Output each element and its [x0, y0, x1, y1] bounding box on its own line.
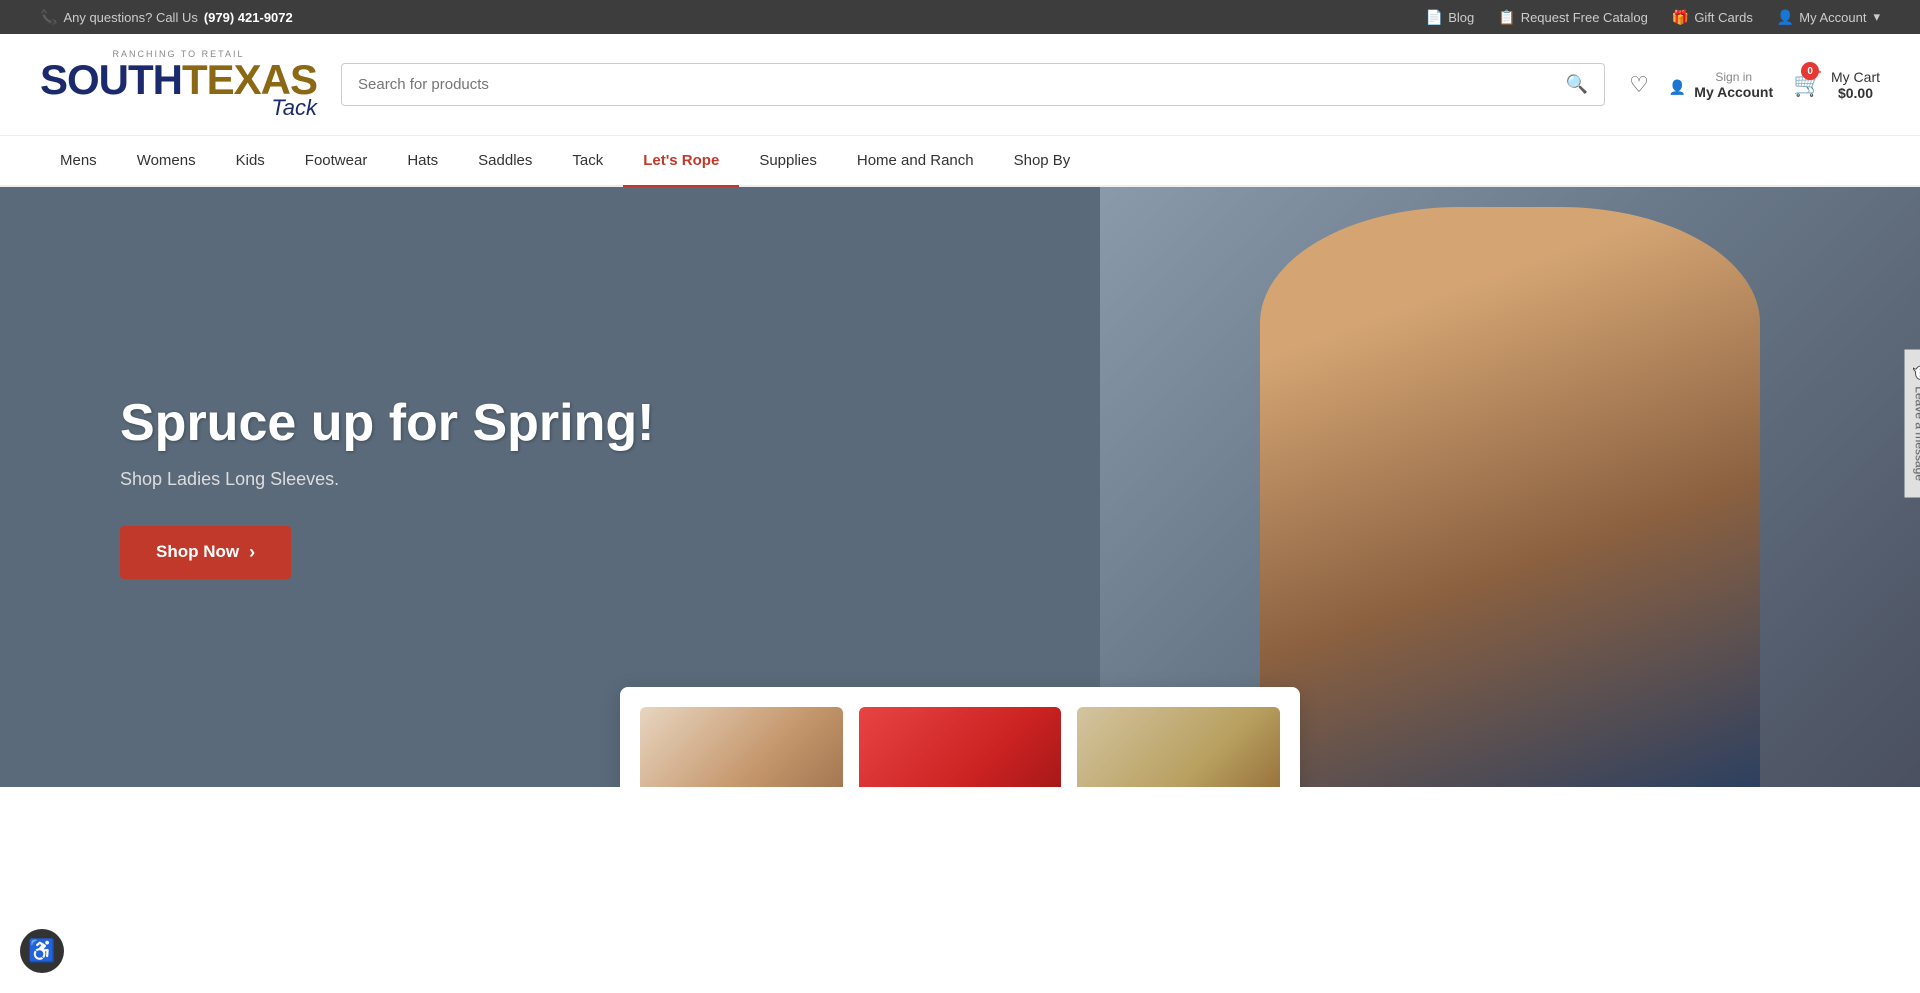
- hero-title: Spruce up for Spring!: [120, 395, 654, 452]
- search-input[interactable]: [358, 76, 1566, 93]
- nav-item-kids[interactable]: Kids: [216, 136, 285, 187]
- product-thumb-3[interactable]: [1077, 707, 1280, 787]
- hero-content: Spruce up for Spring! Shop Ladies Long S…: [0, 395, 774, 578]
- accessibility-icon: ♿: [28, 938, 55, 964]
- blog-icon: [1426, 9, 1443, 26]
- header-right: Sign in My Account 0 My Cart $0.00: [1629, 69, 1880, 101]
- nav-item-footwear[interactable]: Footwear: [285, 136, 388, 187]
- top-bar-right: Blog Request Free Catalog Gift Cards My …: [1426, 9, 1880, 26]
- account-button[interactable]: Sign in My Account: [1669, 70, 1773, 100]
- heart-icon: [1629, 72, 1649, 98]
- myaccount-topbar-link[interactable]: My Account ▾: [1777, 9, 1880, 26]
- cart-price: $0.00: [1831, 85, 1880, 101]
- leave-message-tab[interactable]: 💬 Leave a message: [1905, 349, 1920, 497]
- account-labels: Sign in My Account: [1694, 70, 1773, 100]
- cart-labels: My Cart $0.00: [1831, 69, 1880, 101]
- nav-item-home-and-ranch[interactable]: Home and Ranch: [837, 136, 994, 187]
- logo-tack: Tack: [40, 97, 317, 119]
- hero-model-figure: [1260, 207, 1760, 787]
- product-thumb-2[interactable]: [859, 707, 1062, 787]
- blog-link[interactable]: Blog: [1426, 9, 1474, 26]
- search-button[interactable]: [1566, 74, 1588, 95]
- nav-item-hats[interactable]: Hats: [387, 136, 458, 187]
- top-bar: Any questions? Call Us (979) 421-9072 Bl…: [0, 0, 1920, 34]
- leave-message-label: Leave a message: [1913, 386, 1920, 481]
- search-icon: [1566, 74, 1588, 95]
- person-icon: [1777, 9, 1794, 26]
- main-nav: MensWomensKidsFootwearHatsSaddlesTackLet…: [0, 136, 1920, 187]
- wishlist-button[interactable]: [1629, 72, 1649, 98]
- leave-message-icon: 💬: [1913, 365, 1920, 380]
- product-thumbnail-row: [620, 687, 1300, 787]
- phone-text: Any questions? Call Us: [63, 10, 197, 25]
- signin-label: Sign in: [1694, 70, 1773, 84]
- nav-item-tack[interactable]: Tack: [552, 136, 623, 187]
- catalog-icon: [1498, 9, 1515, 26]
- cart-button[interactable]: 0 My Cart $0.00: [1793, 69, 1880, 101]
- phone-icon: [40, 9, 57, 26]
- header: RANCHING TO RETAIL SOUTHTEXAS Tack Sign …: [0, 34, 1920, 136]
- myaccount-label: My Account: [1694, 84, 1773, 100]
- nav-item-let's-rope[interactable]: Let's Rope: [623, 136, 739, 187]
- catalog-link[interactable]: Request Free Catalog: [1498, 9, 1648, 26]
- nav-item-shop-by[interactable]: Shop By: [994, 136, 1091, 187]
- hero-subtitle: Shop Ladies Long Sleeves.: [120, 469, 654, 490]
- nav-item-womens[interactable]: Womens: [117, 136, 216, 187]
- chevron-right-icon: [249, 542, 255, 563]
- top-bar-left: Any questions? Call Us (979) 421-9072: [40, 9, 293, 26]
- logo[interactable]: RANCHING TO RETAIL SOUTHTEXAS Tack: [40, 50, 317, 119]
- nav-item-mens[interactable]: Mens: [40, 136, 117, 187]
- giftcards-link[interactable]: Gift Cards: [1672, 9, 1753, 26]
- cart-badge: 0: [1801, 62, 1819, 80]
- account-person-icon: [1669, 71, 1686, 99]
- cart-icon-wrap: 0: [1793, 70, 1823, 99]
- shop-now-label: Shop Now: [156, 542, 239, 562]
- accessibility-button[interactable]: ♿: [20, 929, 64, 973]
- gift-icon: [1672, 9, 1689, 26]
- nav-item-supplies[interactable]: Supplies: [739, 136, 837, 187]
- nav-item-saddles[interactable]: Saddles: [458, 136, 552, 187]
- search-bar[interactable]: [341, 63, 1605, 106]
- phone-link[interactable]: (979) 421-9072: [204, 10, 293, 25]
- hero-section: Spruce up for Spring! Shop Ladies Long S…: [0, 187, 1920, 787]
- cart-label: My Cart: [1831, 69, 1880, 85]
- product-thumb-1[interactable]: [640, 707, 843, 787]
- shop-now-button[interactable]: Shop Now: [120, 526, 291, 579]
